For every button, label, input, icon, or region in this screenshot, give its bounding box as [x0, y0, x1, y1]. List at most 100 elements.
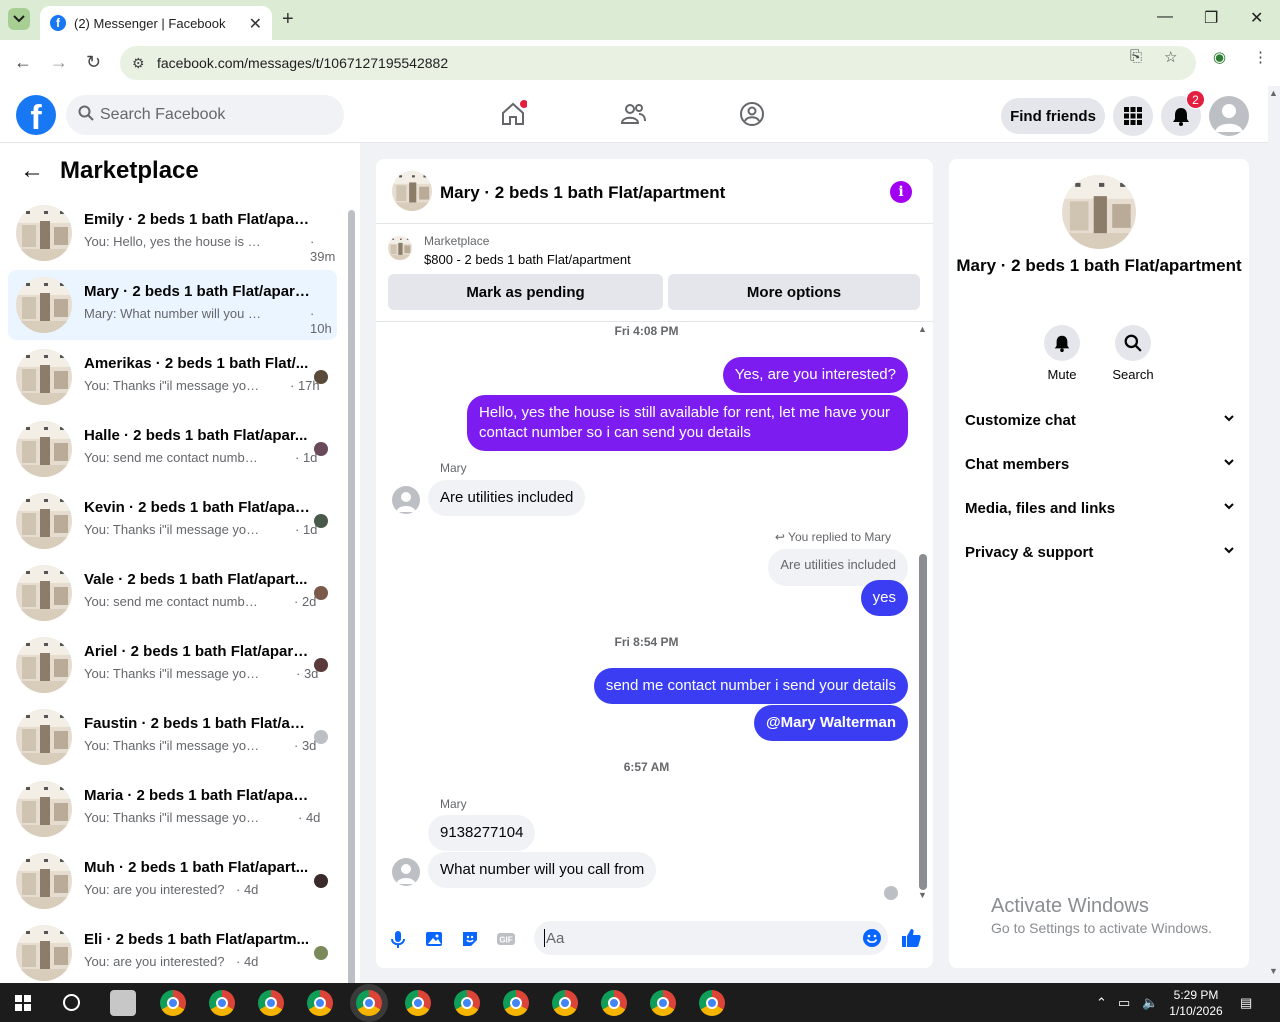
conversation-item[interactable]: Maria · 2 beds 1 bath Flat/apart... You: … [8, 774, 337, 844]
sidebar-scrollbar-thumb[interactable] [348, 210, 355, 1006]
account-avatar[interactable] [1209, 96, 1249, 136]
taskbar-app-icon[interactable] [110, 990, 136, 1016]
sender-avatar[interactable] [392, 858, 420, 886]
scroll-up-arrow-icon[interactable]: ▲ [918, 324, 927, 334]
chrome-icon[interactable] [650, 990, 676, 1016]
section-label: Media, files and links [965, 500, 1116, 517]
back-arrow-icon[interactable]: ← [20, 157, 44, 185]
scroll-down-arrow-icon[interactable]: ▼ [918, 890, 927, 900]
chat-scrollbar[interactable]: ▲ ▼ [917, 322, 929, 902]
groups-icon[interactable] [738, 100, 766, 128]
outgoing-message[interactable]: Hello, yes the house is still available … [467, 395, 908, 451]
chrome-icon[interactable] [356, 990, 382, 1016]
info-icon[interactable]: i [890, 181, 912, 203]
chrome-icon[interactable] [258, 990, 284, 1016]
thumbs-up-icon[interactable] [900, 927, 922, 949]
chat-members-section[interactable]: Chat members [965, 456, 1235, 473]
conversation-item[interactable]: Eli · 2 beds 1 bath Flat/apartm... You: a… [8, 918, 337, 988]
menu-grid-button[interactable] [1113, 96, 1153, 136]
notifications-center-icon[interactable]: ▤ [1240, 995, 1252, 1011]
sender-avatar[interactable] [392, 486, 420, 514]
scroll-up-arrow-icon[interactable]: ▲ [1269, 88, 1278, 98]
page-scrollbar[interactable]: ▲ ▼ [1268, 86, 1280, 983]
outgoing-message[interactable]: send me contact number i send your detai… [593, 668, 908, 704]
incoming-message[interactable]: Are utilities included [428, 480, 586, 516]
restore-window-button[interactable]: ❐ [1204, 8, 1218, 28]
network-icon[interactable]: ▭ [1118, 995, 1130, 1011]
photo-icon[interactable] [424, 929, 444, 949]
forward-button[interactable]: → [50, 52, 68, 73]
chat-scrollbar-thumb[interactable] [919, 554, 927, 890]
facebook-logo-icon[interactable]: f [16, 95, 56, 135]
listing-title[interactable]: $800 - 2 beds 1 bath Flat/apartment [424, 252, 631, 267]
find-friends-button[interactable]: Find friends [1001, 98, 1105, 134]
chat-title[interactable]: Mary · 2 beds 1 bath Flat/apartment [440, 183, 725, 203]
microphone-icon[interactable] [388, 929, 408, 949]
chrome-icon[interactable] [552, 990, 578, 1016]
address-bar[interactable]: ⚙ facebook.com/messages/t/10671271955428… [120, 46, 1196, 80]
windows-start-icon[interactable] [15, 995, 31, 1011]
conversation-item[interactable]: Muh · 2 beds 1 bath Flat/apart... You: ar… [8, 846, 337, 916]
chrome-icon[interactable] [454, 990, 480, 1016]
scroll-down-arrow-icon[interactable]: ▼ [1269, 966, 1278, 976]
listing-photo[interactable] [1062, 175, 1136, 249]
volume-icon[interactable]: 🔈 [1142, 995, 1158, 1011]
conversation-item[interactable]: Faustin · 2 beds 1 bath Flat/ap... You: T… [8, 702, 337, 772]
more-options-button[interactable]: More options [668, 274, 920, 310]
close-tab-icon[interactable]: ✕ [249, 14, 262, 34]
taskbar-clock[interactable]: 5:29 PM 1/10/2026 [1168, 987, 1224, 1019]
chrome-icon[interactable] [160, 990, 186, 1016]
chevron-down-icon [13, 15, 25, 23]
media-files-links-section[interactable]: Media, files and links [965, 500, 1235, 517]
site-settings-icon[interactable]: ⚙ [132, 55, 145, 72]
sticker-icon[interactable] [460, 929, 480, 949]
browser-menu-icon[interactable]: ⋮ [1253, 48, 1268, 66]
listing-thumbnail[interactable] [392, 171, 432, 211]
facebook-search-input[interactable]: Search Facebook [66, 95, 344, 135]
friends-icon[interactable] [619, 100, 647, 128]
conversation-item[interactable]: Kevin · 2 beds 1 bath Flat/apar... You: T… [8, 486, 337, 556]
chrome-icon[interactable] [209, 990, 235, 1016]
incoming-message[interactable]: 9138277104 [428, 815, 536, 851]
chrome-icon[interactable] [307, 990, 333, 1016]
chrome-icon[interactable] [503, 990, 529, 1016]
taskbar-search-icon[interactable] [63, 994, 80, 1011]
profile-icon[interactable]: ◉ [1213, 48, 1226, 66]
show-hidden-icons-icon[interactable]: ⌃ [1096, 995, 1107, 1011]
conversation-item[interactable]: Amerikas · 2 beds 1 bath Flat/... You: Th… [8, 342, 337, 412]
mark-as-pending-button[interactable]: Mark as pending [388, 274, 663, 310]
chrome-icon[interactable] [405, 990, 431, 1016]
install-app-icon[interactable]: ⎘ [1130, 48, 1142, 65]
chrome-icon[interactable] [699, 990, 725, 1016]
mute-button[interactable]: Mute [1032, 325, 1092, 382]
gif-icon[interactable]: GIF [496, 929, 516, 949]
outgoing-message[interactable]: Yes, are you interested? [722, 357, 908, 393]
conversation-item[interactable]: Halle · 2 beds 1 bath Flat/apar... You: s… [8, 414, 337, 484]
minimize-window-button[interactable]: — [1157, 8, 1173, 26]
sidebar-scrollbar[interactable] [347, 205, 355, 1006]
privacy-support-section[interactable]: Privacy & support [965, 544, 1235, 561]
conversation-item[interactable]: Ariel · 2 beds 1 bath Flat/apart... You: … [8, 630, 337, 700]
conversation-item[interactable]: Vale · 2 beds 1 bath Flat/apart... You: s… [8, 558, 337, 628]
search-in-conversation-button[interactable]: Search [1103, 325, 1163, 382]
browser-tab-messenger[interactable]: f (2) Messenger | Facebook ✕ [40, 6, 272, 40]
reload-button[interactable]: ↻ [86, 52, 101, 73]
outgoing-message[interactable]: yes [860, 580, 908, 616]
conversation-item[interactable]: Emily · 2 beds 1 bath Flat/apart... You: … [8, 198, 337, 268]
incoming-message[interactable]: What number will you call from [428, 852, 657, 888]
conversation-item[interactable]: Mary · 2 beds 1 bath Flat/apart... Mary: … [8, 270, 337, 340]
bookmark-star-icon[interactable]: ☆ [1164, 48, 1177, 66]
customize-chat-section[interactable]: Customize chat [965, 412, 1235, 429]
timestamp: Fri 4:08 PM [614, 324, 679, 338]
new-tab-button[interactable]: + [282, 8, 294, 31]
tab-search-dropdown-button[interactable] [8, 8, 30, 30]
conversation-thumbnail [16, 637, 72, 693]
chrome-icon[interactable] [601, 990, 627, 1016]
back-button[interactable]: ← [14, 52, 32, 73]
home-icon[interactable] [499, 100, 527, 128]
close-window-button[interactable]: ✕ [1250, 8, 1263, 28]
listing-small-thumbnail[interactable] [388, 236, 412, 260]
emoji-icon[interactable] [862, 928, 882, 948]
mention-message[interactable]: @Mary Walterman [754, 705, 908, 741]
message-input[interactable]: Aa [534, 921, 888, 955]
